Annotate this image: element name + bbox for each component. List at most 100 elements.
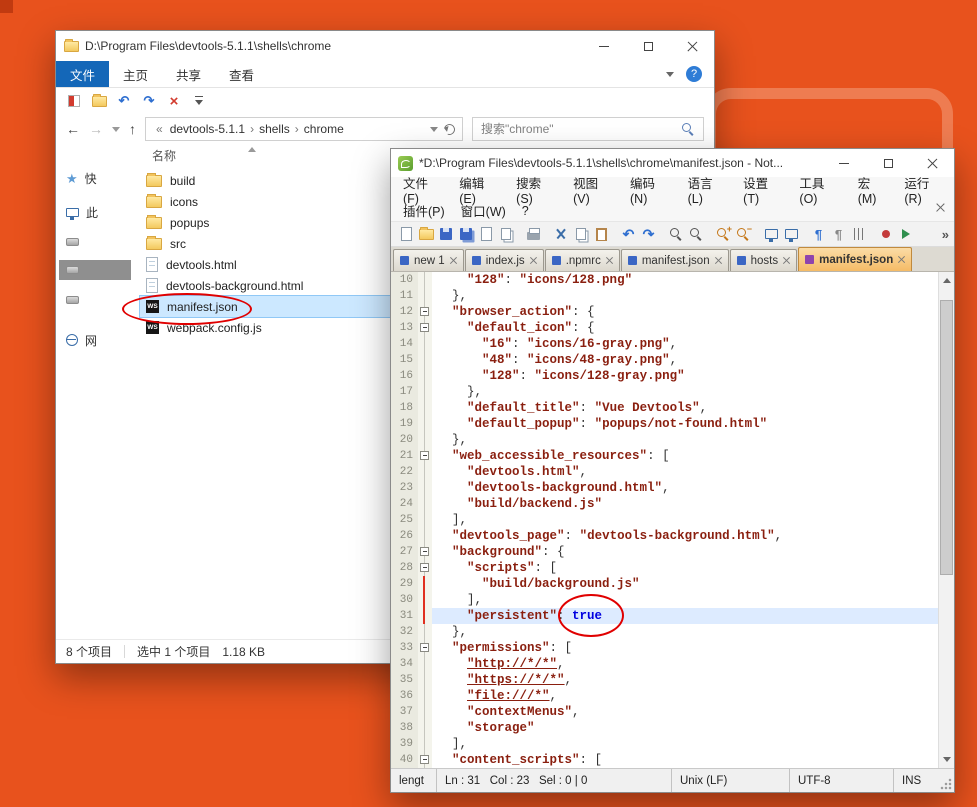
menu-item[interactable]: 宏(M) <box>850 173 897 206</box>
code-line-text[interactable]: "128": "icons/128-gray.png" <box>432 368 938 384</box>
fold-margin[interactable] <box>418 304 432 320</box>
fold-margin[interactable] <box>418 704 432 720</box>
sidebar-item[interactable]: 网 <box>66 330 97 350</box>
tab-close-icon[interactable] <box>530 257 537 264</box>
code-line-text[interactable]: }, <box>432 384 938 400</box>
fold-collapse-icon[interactable] <box>420 307 429 316</box>
paste-icon[interactable] <box>593 226 610 243</box>
code-line-text[interactable]: "devtools_page": "devtools-background.ht… <box>432 528 938 544</box>
status-eol-format[interactable]: Unix (LF) <box>672 769 790 792</box>
editor-line[interactable]: 16 "128": "icons/128-gray.png" <box>391 368 938 384</box>
code-line-text[interactable]: "build/backend.js" <box>432 496 938 512</box>
delete-icon[interactable]: × <box>166 93 182 110</box>
fold-margin[interactable] <box>418 528 432 544</box>
fold-margin[interactable] <box>418 336 432 352</box>
fold-margin[interactable] <box>418 608 432 624</box>
redo-icon[interactable]: ↷ <box>640 226 657 243</box>
menu-item[interactable]: 视图(V) <box>565 173 622 206</box>
sync-scroll-v-icon[interactable] <box>763 226 780 243</box>
close-all-icon[interactable] <box>498 226 515 243</box>
code-line-text[interactable]: ], <box>432 512 938 528</box>
fold-margin[interactable] <box>418 688 432 704</box>
editor-line[interactable]: 21 "web_accessible_resources": [ <box>391 448 938 464</box>
breadcrumb-segment[interactable]: devtools-5.1.1 <box>168 122 247 136</box>
ribbon-expand-icon[interactable] <box>666 72 674 77</box>
code-line-text[interactable]: }, <box>432 624 938 640</box>
code-line-text[interactable]: "default_title": "Vue Devtools", <box>432 400 938 416</box>
up-icon[interactable]: ↑ <box>129 122 136 136</box>
sidebar-item[interactable]: 此 <box>66 202 98 222</box>
open-file-icon[interactable] <box>418 226 435 243</box>
code-line-text[interactable]: "content_scripts": [ <box>432 752 938 768</box>
close-file-icon[interactable] <box>478 226 495 243</box>
find-icon[interactable] <box>668 226 685 243</box>
show-all-chars-icon[interactable]: ¶ <box>830 226 847 243</box>
fold-collapse-icon[interactable] <box>420 323 429 332</box>
editor-line[interactable]: 40 "content_scripts": [ <box>391 752 938 768</box>
editor-line[interactable]: 34 "http://*/*", <box>391 656 938 672</box>
code-line-text[interactable]: "http://*/*", <box>432 656 938 672</box>
code-line-text[interactable]: ], <box>432 592 938 608</box>
code-line-text[interactable]: }, <box>432 432 938 448</box>
scroll-up-icon[interactable] <box>943 278 951 283</box>
menu-close-icon[interactable] <box>936 203 945 212</box>
fold-collapse-icon[interactable] <box>420 563 429 572</box>
properties-icon[interactable] <box>66 93 82 109</box>
ribbon-tab[interactable]: 主页 <box>109 61 162 87</box>
fold-margin[interactable] <box>418 288 432 304</box>
menu-item[interactable]: 语言(L) <box>680 173 736 206</box>
fold-margin[interactable] <box>418 320 432 336</box>
editor-line[interactable]: 31 "persistent": true <box>391 608 938 624</box>
editor-line[interactable]: 28 "scripts": [ <box>391 560 938 576</box>
editor-line[interactable]: 22 "devtools.html", <box>391 464 938 480</box>
search-input[interactable] <box>481 122 676 136</box>
editor-line[interactable]: 27 "background": { <box>391 544 938 560</box>
replace-icon[interactable] <box>688 226 705 243</box>
code-line-text[interactable]: "web_accessible_resources": [ <box>432 448 938 464</box>
editor-line[interactable]: 32 }, <box>391 624 938 640</box>
editor-line[interactable]: 25 ], <box>391 512 938 528</box>
fold-collapse-icon[interactable] <box>420 643 429 652</box>
fold-margin[interactable] <box>418 592 432 608</box>
menu-item[interactable]: 编码(N) <box>622 173 680 206</box>
code-line-text[interactable]: ], <box>432 736 938 752</box>
code-line-text[interactable]: "permissions": [ <box>432 640 938 656</box>
ribbon-tab[interactable]: 共享 <box>162 61 215 87</box>
copy-icon[interactable] <box>573 226 590 243</box>
fold-margin[interactable] <box>418 448 432 464</box>
fold-margin[interactable] <box>418 416 432 432</box>
tab-close-icon[interactable] <box>606 257 613 264</box>
customize-toolbar-icon[interactable] <box>191 93 207 109</box>
sidebar-item[interactable]: ★ 快 <box>66 168 97 188</box>
editor[interactable]: 10 "128": "icons/128.png" 11 }, 12 "browse… <box>391 272 954 768</box>
fold-collapse-icon[interactable] <box>420 755 429 764</box>
save-all-icon[interactable] <box>458 226 475 243</box>
code-line-text[interactable]: "scripts": [ <box>432 560 938 576</box>
resize-grip[interactable] <box>940 778 952 790</box>
code-line-text[interactable]: "devtools-background.html", <box>432 480 938 496</box>
sidebar-item[interactable] <box>59 260 131 280</box>
editor-line[interactable]: 19 "default_popup": "popups/not-found.ht… <box>391 416 938 432</box>
editor-line[interactable]: 10 "128": "icons/128.png" <box>391 272 938 288</box>
code-line-text[interactable]: "48": "icons/48-gray.png", <box>432 352 938 368</box>
zoom-in-icon[interactable]: + <box>715 224 732 243</box>
editor-line[interactable]: 20 }, <box>391 432 938 448</box>
back-icon[interactable]: ← <box>66 122 80 136</box>
fold-margin[interactable] <box>418 752 432 768</box>
code-line-text[interactable]: "default_popup": "popups/not-found.html" <box>432 416 938 432</box>
menu-item[interactable]: 搜索(S) <box>508 173 565 206</box>
code-line-text[interactable]: "default_icon": { <box>432 320 938 336</box>
document-tab[interactable]: manifest.json <box>798 247 913 271</box>
indent-guide-icon[interactable] <box>850 226 867 243</box>
menu-item[interactable]: 插件(P) <box>395 201 453 220</box>
explorer-titlebar[interactable]: D:\Program Files\devtools-5.1.1\shells\c… <box>56 31 714 61</box>
editor-line[interactable]: 30 ], <box>391 592 938 608</box>
editor-line[interactable]: 36 "file:///*", <box>391 688 938 704</box>
zoom-out-icon[interactable]: − <box>735 224 752 243</box>
forward-icon[interactable]: → <box>89 122 103 136</box>
minimize-button[interactable] <box>582 31 626 61</box>
fold-margin[interactable] <box>418 560 432 576</box>
fold-collapse-icon[interactable] <box>420 451 429 460</box>
menu-item[interactable]: 运行(R) <box>896 173 954 206</box>
tab-close-icon[interactable] <box>898 256 905 263</box>
